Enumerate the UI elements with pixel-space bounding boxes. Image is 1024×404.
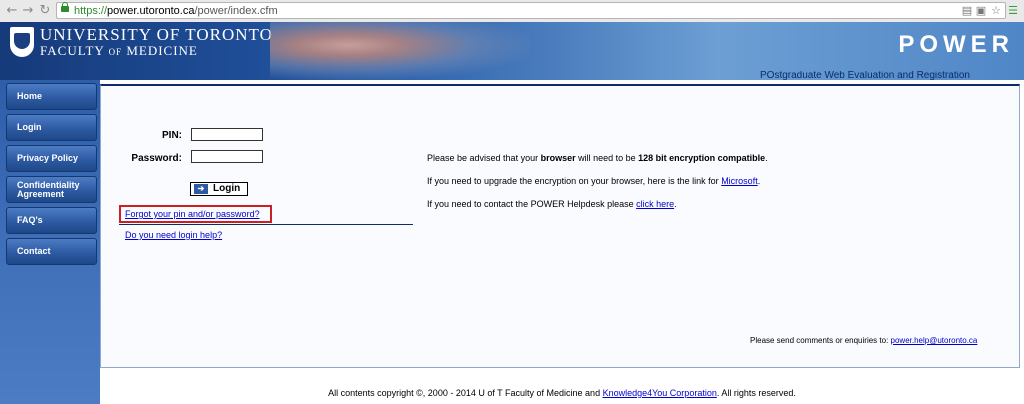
sidebar-item-faqs[interactable]: FAQ's: [6, 207, 97, 234]
url-path: /power/index.cfm: [194, 5, 278, 17]
faculty-part-b: MEDICINE: [122, 43, 198, 58]
sidebar-item-confidentiality-agreement[interactable]: Confidentiality Agreement: [6, 176, 97, 203]
sidebar-item-login[interactable]: Login: [6, 114, 97, 141]
faculty-name: FACULTY OF MEDICINE: [40, 44, 198, 59]
app-title: POWER: [898, 31, 1014, 58]
comments-text: Please send comments or enquiries to:: [750, 336, 891, 345]
password-label: Password:: [131, 153, 182, 164]
upgrade-notice: If you need to upgrade the encryption on…: [427, 176, 760, 187]
url-text[interactable]: https://power.utoronto.ca/power/index.cf…: [74, 4, 278, 18]
sidebar-item-privacy-policy[interactable]: Privacy Policy: [6, 145, 97, 172]
reader-icon[interactable]: ▤: [960, 4, 974, 18]
helpdesk-notice: If you need to contact the POWER Helpdes…: [427, 199, 677, 210]
notice-3a: If you need to contact the POWER Helpdes…: [427, 199, 637, 209]
sidebar-item-contact[interactable]: Contact: [6, 238, 97, 265]
encryption-notice: Please be advised that your browser will…: [427, 153, 768, 164]
app-tagline: POstgraduate Web Evaluation and Registra…: [760, 71, 970, 80]
address-bar[interactable]: https://power.utoronto.ca/power/index.cf…: [56, 2, 1006, 19]
footer-end: . All rights reserved.: [716, 388, 796, 398]
lock-icon: [61, 2, 69, 12]
login-help-link[interactable]: Do you need login help?: [125, 230, 222, 241]
faculty-part-of: OF: [108, 47, 123, 57]
helpdesk-link[interactable]: click here: [636, 199, 674, 209]
pin-input[interactable]: [191, 128, 263, 141]
browser-toolbar: ← → ↻ https://power.utoronto.ca/power/in…: [0, 0, 1024, 23]
notice-1a: Please be advised that your: [427, 153, 541, 163]
divider: [119, 224, 413, 225]
sidebar: Home Login Privacy Policy Confidentialit…: [0, 80, 100, 404]
site-banner: UNIVERSITY OF TORONTO FACULTY OF MEDICIN…: [0, 22, 1024, 80]
main-panel: [100, 84, 1020, 368]
notice-1d: 128 bit encryption compatible: [638, 153, 766, 163]
banner-photo: [270, 22, 530, 80]
notice-1e: .: [765, 153, 768, 163]
pin-label: PIN:: [162, 130, 182, 141]
forgot-password-link[interactable]: Forgot your pin and/or password?: [125, 209, 260, 220]
arrow-right-icon: ➔: [194, 184, 208, 194]
login-button-label: Login: [213, 183, 241, 194]
helpdesk-email-link[interactable]: power.help@utoronto.ca: [891, 336, 978, 345]
url-scheme: https://: [74, 5, 108, 17]
url-host: power.utoronto.ca: [107, 5, 195, 17]
login-button[interactable]: ➔ Login: [190, 182, 248, 196]
reload-icon[interactable]: ↻: [37, 3, 53, 19]
copyright-footer: All contents copyright ©, 2000 - 2014 U …: [0, 388, 1024, 399]
knowledge4you-link[interactable]: Knowledge4You Corporation: [603, 388, 717, 398]
back-icon[interactable]: ←: [4, 3, 20, 19]
faculty-part-a: FACULTY: [40, 43, 109, 58]
footer-text: All contents copyright ©, 2000 - 2014 U …: [328, 388, 603, 398]
notice-2a: If you need to upgrade the encryption on…: [427, 176, 722, 186]
notice-1b: browser: [540, 153, 576, 163]
menu-icon[interactable]: ☰: [1006, 4, 1020, 18]
notice-3c: .: [674, 199, 677, 209]
comments-line: Please send comments or enquiries to: po…: [750, 336, 977, 346]
sidebar-item-home[interactable]: Home: [6, 83, 97, 110]
university-crest-icon: [10, 27, 34, 57]
notice-1c: will need to be: [575, 153, 639, 163]
star-icon[interactable]: ☆: [989, 4, 1003, 18]
notice-2c: .: [757, 176, 761, 186]
translate-icon[interactable]: ▣: [974, 4, 988, 18]
forward-icon[interactable]: →: [20, 3, 36, 19]
password-input[interactable]: [191, 150, 263, 163]
university-name: UNIVERSITY OF TORONTO: [40, 25, 273, 44]
microsoft-link[interactable]: Microsoft: [721, 176, 758, 186]
